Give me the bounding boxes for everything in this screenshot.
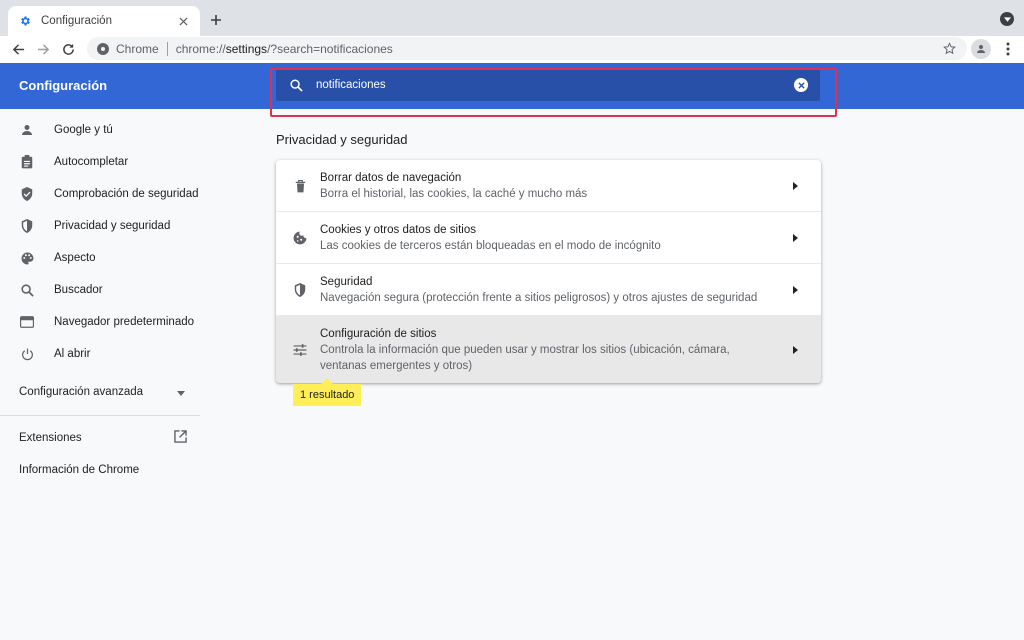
sidebar-item-on-startup[interactable]: Al abrir <box>0 338 200 370</box>
browser-toolbar: Chrome chrome://settings/?search=notific… <box>0 36 1024 63</box>
sidebar-item-privacy[interactable]: Privacidad y seguridad <box>0 210 200 242</box>
site-label: Chrome <box>116 41 159 56</box>
row-site-settings[interactable]: Configuración de sitios Controla la info… <box>276 316 821 383</box>
row-title: Cookies y otros datos de sitios <box>320 224 476 236</box>
sidebar-item-extensions[interactable]: Extensiones <box>19 430 187 446</box>
back-icon[interactable] <box>8 39 28 59</box>
gear-icon <box>18 14 32 28</box>
sidebar-item-appearance[interactable]: Aspecto <box>0 242 200 274</box>
sidebar-item-search-engine[interactable]: Buscador <box>0 274 200 306</box>
sliders-icon <box>292 342 308 358</box>
row-title: Borrar datos de navegación <box>320 172 462 184</box>
row-title: Configuración de sitios <box>320 328 437 340</box>
new-tab-button[interactable] <box>206 10 226 30</box>
sidebar-item-label: Privacidad y seguridad <box>54 220 171 232</box>
privacy-card: Borrar datos de navegación Borra el hist… <box>276 160 821 383</box>
sidebar-item-autofill[interactable]: Autocompletar <box>0 146 200 178</box>
section-title: Privacidad y seguridad <box>276 132 408 147</box>
sidebar-item-label: Autocompletar <box>54 156 129 168</box>
chevron-down-icon <box>177 384 185 399</box>
reload-icon[interactable] <box>58 39 78 59</box>
palette-icon <box>19 250 35 266</box>
sidebar-item-about-chrome[interactable]: Información de Chrome <box>19 464 139 476</box>
sidebar-item-label: Aspecto <box>54 252 96 264</box>
cookie-icon <box>292 230 308 246</box>
search-highlight-box <box>270 68 837 117</box>
arrow-right-icon <box>791 181 799 191</box>
search-result-tooltip: 1 resultado <box>293 378 362 406</box>
sidebar-item-label: Navegador predeterminado <box>54 316 195 328</box>
search-icon <box>19 282 35 298</box>
sidebar-item-label: Buscador <box>54 284 103 296</box>
star-icon[interactable] <box>941 41 957 57</box>
menu-kebab-icon[interactable] <box>1000 39 1016 59</box>
omnibox-divider <box>166 41 168 56</box>
sidebar-divider <box>0 415 200 416</box>
row-clear-browsing-data[interactable]: Borrar datos de navegación Borra el hist… <box>276 160 821 212</box>
clipboard-icon <box>19 154 35 170</box>
close-icon[interactable] <box>176 14 190 28</box>
tab-search-icon[interactable] <box>1000 12 1014 26</box>
address-bar[interactable]: Chrome chrome://settings/?search=notific… <box>87 37 967 60</box>
sidebar-item-label: Google y tú <box>54 124 113 136</box>
sidebar-item-google[interactable]: Google y tú <box>0 114 200 146</box>
open-in-new-icon <box>174 430 187 446</box>
extensions-label: Extensiones <box>19 432 82 444</box>
advanced-label: Configuración avanzada <box>19 385 144 398</box>
shield-check-icon <box>19 186 35 202</box>
row-subtitle: Las cookies de terceros están bloqueadas… <box>320 240 661 252</box>
shield-half-icon <box>292 282 308 298</box>
sidebar-item-default-browser[interactable]: Navegador predeterminado <box>0 306 200 338</box>
profile-avatar-icon[interactable] <box>971 39 991 59</box>
sidebar-item-safety-check[interactable]: Comprobación de seguridad <box>0 178 200 210</box>
page-title: Configuración <box>19 78 108 93</box>
chrome-icon <box>97 42 109 55</box>
row-subtitle: Controla la información que pueden usar … <box>320 344 730 372</box>
arrow-right-icon <box>791 285 799 295</box>
power-icon <box>19 346 35 362</box>
row-title: Seguridad <box>320 276 373 288</box>
tab-strip: Configuración <box>0 0 1024 36</box>
tab-settings[interactable]: Configuración <box>8 6 200 36</box>
arrow-right-icon <box>791 345 799 355</box>
tab-title: Configuración <box>41 15 112 27</box>
sidebar: Google y tú Autocompletar Comprobación d… <box>0 109 200 640</box>
row-subtitle: Navegación segura (protección frente a s… <box>320 292 758 304</box>
url-text: chrome://settings/?search=notificaciones <box>175 41 393 56</box>
browser-window-icon <box>19 314 35 330</box>
shield-half-icon <box>19 218 35 234</box>
forward-icon[interactable] <box>33 39 53 59</box>
sidebar-item-label: Comprobación de seguridad <box>54 188 199 200</box>
trash-icon <box>292 178 308 194</box>
person-icon <box>19 122 35 138</box>
sidebar-advanced-toggle[interactable]: Configuración avanzada <box>19 384 185 399</box>
row-cookies[interactable]: Cookies y otros datos de sitios Las cook… <box>276 212 821 264</box>
arrow-right-icon <box>791 233 799 243</box>
row-security[interactable]: Seguridad Navegación segura (protección … <box>276 264 821 316</box>
row-subtitle: Borra el historial, las cookies, la cach… <box>320 188 588 200</box>
sidebar-item-label: Al abrir <box>54 348 91 360</box>
